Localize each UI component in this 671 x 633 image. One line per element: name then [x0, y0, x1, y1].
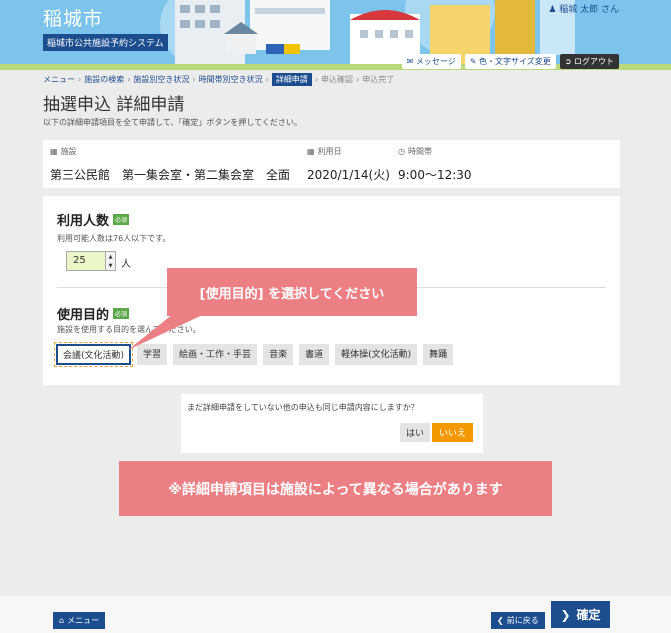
- apply-to-others-box: まだ詳細申請をしていない他の申込も同じ申請内容にしますか？ はい いいえ: [181, 394, 483, 453]
- purpose-title: 使用目的 必須: [57, 308, 130, 323]
- calendar-icon: ▦: [307, 147, 315, 156]
- facility-info: ▦ 施設 第三公民館 第一集会室・第二集会室 全面 ▦ 利用日 2020/1/14(…: [43, 140, 620, 188]
- apply-to-others-question: まだ詳細申請をしていない他の申込も同じ申請内容にしますか？: [187, 403, 419, 412]
- users-count-note: 利用可能人数は76人以下です。: [57, 234, 171, 243]
- confirm-button[interactable]: ❯ 確定: [551, 601, 610, 628]
- required-badge: 必須: [113, 214, 130, 225]
- date-col: ▦ 利用日 2020/1/14(火): [307, 147, 390, 182]
- purpose-options: 会議(文化活動) 学習 絵画・工作・手芸 音楽 書道 軽体操(文化活動) 舞踊: [53, 342, 454, 367]
- no-button[interactable]: いいえ: [432, 423, 474, 442]
- yes-button[interactable]: はい: [400, 423, 431, 442]
- users-count-unit: 人: [121, 259, 131, 270]
- color-size-button[interactable]: ✎ 色・文字サイズ変更: [464, 54, 556, 69]
- back-button[interactable]: ❮ 前に戻る: [491, 612, 545, 629]
- page-lead: 以下の詳細申請項目を全て申請して、「確定」ボタンを押してください。: [43, 118, 302, 127]
- user-info[interactable]: ♟ 稲城 太郎 さん: [548, 2, 619, 15]
- purpose-option-music[interactable]: 音楽: [263, 344, 294, 365]
- chevron-left-icon: ❮: [497, 616, 504, 625]
- stepper-up-icon[interactable]: ▲: [109, 254, 113, 260]
- users-count-input[interactable]: 25: [67, 252, 105, 270]
- breadcrumb-complete: 申込完了: [362, 75, 395, 84]
- menu-button[interactable]: ⌂ メニュー: [53, 612, 106, 629]
- city-name: 稲城市: [43, 8, 104, 30]
- user-name: 稲城 太郎 さん: [559, 5, 619, 15]
- breadcrumb-confirm: 申込確認: [321, 75, 354, 84]
- header-buttons: ✉ メッセージ ✎ 色・文字サイズ変更 ➲ ログアウト: [401, 54, 619, 69]
- system-name: 稲城市公共施設予約システム: [43, 34, 168, 51]
- logout-button[interactable]: ➲ ログアウト: [559, 54, 619, 69]
- time-col: ◷ 時間帯 9:00〜12:30: [398, 147, 472, 182]
- message-icon: ✉: [406, 57, 414, 66]
- logout-icon: ➲: [564, 57, 572, 66]
- building-icon: ▦: [50, 147, 58, 156]
- callout-pointer: [128, 310, 213, 350]
- chevron-right-icon: ❯: [560, 607, 571, 622]
- breadcrumb-search[interactable]: 施設の検索: [84, 74, 124, 85]
- pencil-icon: ✎: [469, 57, 477, 66]
- message-button[interactable]: ✉ メッセージ: [401, 54, 461, 69]
- notice-banner: ※詳細申請項目は施設によって異なる場合があります: [119, 461, 552, 516]
- page-title: 抽選申込 詳細申請: [43, 95, 185, 115]
- brand: 稲城市 稲城市公共施設予約システム: [43, 4, 168, 51]
- time-slot: 9:00〜12:30: [398, 168, 472, 182]
- use-date: 2020/1/14(火): [307, 168, 390, 182]
- purpose-option-dance[interactable]: 舞踊: [423, 344, 454, 365]
- stepper-down-icon[interactable]: ▼: [109, 263, 113, 269]
- purpose-option-light-exercise[interactable]: 軽体操(文化活動): [335, 344, 418, 365]
- users-count-stepper[interactable]: 25 ▲ ▼: [66, 251, 116, 271]
- breadcrumb-time-availability[interactable]: 時間帯別空き状況: [199, 74, 263, 85]
- facility-col: ▦ 施設 第三公民館 第一集会室・第二集会室 全面: [50, 147, 291, 182]
- breadcrumb: メニュー › 施設の検索 › 施設別空き状況 › 時間帯別空き状況 › 詳細申請…: [43, 73, 395, 86]
- purpose-callout: [使用目的] を選択してください: [167, 268, 417, 316]
- home-icon: ⌂: [59, 616, 65, 625]
- breadcrumb-facility-availability[interactable]: 施設別空き状況: [133, 74, 189, 85]
- user-icon: ♟: [548, 5, 557, 15]
- breadcrumb-current: 詳細申請: [271, 73, 312, 86]
- footer-bar: ⌂ メニュー ❮ 前に戻る ❯ 確定: [0, 596, 671, 633]
- required-badge: 必須: [113, 308, 130, 319]
- site-header: 稲城市 稲城市公共施設予約システム ♟ 稲城 太郎 さん ✉ メッセージ ✎ 色…: [0, 0, 671, 70]
- facility-name: 第三公民館 第一集会室・第二集会室 全面: [50, 168, 291, 182]
- clock-icon: ◷: [398, 147, 405, 156]
- users-count-title: 利用人数 必須: [57, 214, 130, 229]
- purpose-option-calligraphy[interactable]: 書道: [299, 344, 330, 365]
- breadcrumb-menu[interactable]: メニュー: [43, 74, 75, 85]
- purpose-option-meeting[interactable]: 会議(文化活動): [53, 342, 134, 367]
